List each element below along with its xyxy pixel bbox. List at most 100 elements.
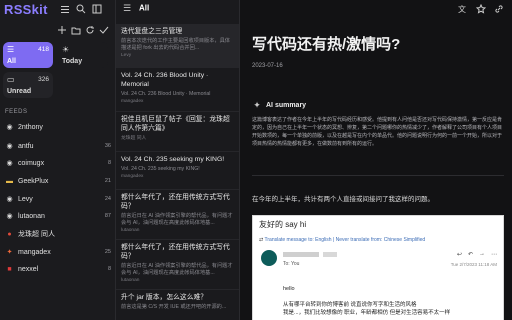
email-line: 我是...，我们比较想像的 职业，年龄都相仿 但是对生活容易不太一样 [283,310,451,316]
feed-count: 24 [104,196,111,202]
tile-unread[interactable]: ▭ 326 Unread [3,72,53,98]
avatar [261,250,277,266]
article-meta: lutaonan [121,278,140,283]
article-list: ☰ All 迭代复盘之三员管理 前言本次迭代的工作主要是回收项目版本，具体描述是… [116,0,240,320]
search-icon[interactable] [76,4,86,14]
tile-all-count: 418 [38,46,49,53]
mark-read-icon[interactable] [99,25,109,35]
article-meta: lutaonan [121,228,140,233]
list-item[interactable]: 都什么年代了，还在用传统方式写代码？ 前言近日在 AI 油作领案引擎的帮代品，有… [116,240,239,290]
svg-text:文: 文 [458,4,466,14]
translate-link[interactable]: Translate message to: English [265,237,332,243]
new-folder-icon[interactable] [71,25,81,35]
translate-bar: ⇄ Translate message to: English | Never … [259,237,425,243]
list-item[interactable]: Vol. 24 Ch. 236 Blood Unity · Memorial V… [116,68,239,112]
ai-summary-header: ✦ AI summary [252,100,504,110]
article-title: 都什么年代了，还在用传统方式写代码？ [121,194,230,210]
feed-name: nexxel [18,265,39,273]
feed-item[interactable]: ◉ lutaonan 87 [5,209,111,223]
email-screenshot: 友好的 say hi ⇄ Translate message to: Engli… [252,215,504,320]
translate-icon[interactable]: 文 [458,4,468,14]
list-title: All [138,3,150,13]
feed-count: 25 [104,249,111,255]
menu-icon[interactable] [60,4,70,14]
list-item[interactable]: 升个 jar 版本，怎么这么难？ 前言这是第 C/S 开发 IUE 或还开吧的开… [116,290,239,320]
link-icon[interactable] [494,4,504,14]
tile-unread-label: Unread [7,88,32,95]
rss-icon: ◉ [6,196,13,203]
feeds-header: FEEDS [5,109,28,115]
tile-unread-count: 326 [38,76,49,83]
list-menu-icon[interactable]: ☰ [122,3,132,13]
feed-name: Levy [18,195,33,203]
article-meta: 龙珠超 同人 [121,136,147,141]
rss-icon: ◉ [6,143,13,150]
rss-icon: ◉ [6,124,13,131]
folder-icon: ▬ [6,177,13,185]
article-paragraph: 在今年的上半年，共计有两个人直接或间接问了我这样的问题。 [252,196,434,203]
article-meta: mangadex [121,99,144,104]
add-feed-icon[interactable] [57,25,67,35]
feed-count: 87 [104,213,111,219]
feed-item[interactable]: ◉ 2nthony [5,120,111,134]
feed-item[interactable]: ▬ GeekPlux 21 [5,174,111,188]
article-date: 2023-07-16 [252,63,283,69]
feed-name: lutaonan [18,212,45,220]
ai-summary-text: 这篇博客表达了作者在今年上半年的写代码经历和感受。他提到有人问他是否还对写代码保… [252,117,503,147]
list-item[interactable]: 祝佳且机巨鼠了帖子《回复：龙珠超同人作第六篇》 龙珠超 同人 [116,112,239,152]
feed-count: 21 [104,178,111,184]
article-snippet: Vol. 24 Ch. 236 Blood Unity · Memorial [121,91,211,97]
dragon-icon: ● [7,230,12,238]
sender-redacted-2 [323,252,337,257]
forward-icon[interactable]: → [479,251,485,258]
article-snippet: 前言这是第 C/S 开发 IUE 或还开吧的开源的... [121,304,227,310]
rss-icon: ◉ [6,160,13,167]
feed-name: 龙珠超 同人 [18,231,55,238]
list-item[interactable]: 迭代复盘之三员管理 前言本次迭代的工作主要是回收项目版本，具体描述是把 fork… [116,24,239,68]
list-item[interactable]: Vol. 24 Ch. 235 seeking my KING! Vol. 24… [116,152,239,190]
feed-item[interactable]: ■ nexxel 8 [5,262,111,276]
email-subject: 友好的 say hi [259,220,307,229]
email-actions: ↩ ↶ → ⋯ [457,251,497,258]
sidebar-top-icons [60,4,102,14]
article-snippet: 前言近日在 AI 油作领案引擎的帮代品，有问题才会与 AI，油问题现在高度此帐码… [121,213,233,226]
list-header: ☰ All [122,3,149,13]
tile-today[interactable]: ☀ Today [58,42,108,68]
article-snippet: 前言近日在 AI 油作领案引擎的帮代品，有问题才会与 AI，油问题现在高度此帐码… [121,263,233,276]
tile-all[interactable]: ☰ 418 All [3,42,53,68]
feed-item[interactable]: ● 龙珠超 同人 [5,227,111,241]
reply-icon[interactable]: ↩ [457,251,462,258]
list-item[interactable]: 都什么年代了，还在用传统方式写代码？ 前言近日在 AI 油作领案引擎的帮代品，有… [116,190,239,240]
article-meta: mangadex [121,174,144,179]
nexxel-icon: ■ [7,265,12,273]
reply-all-icon[interactable]: ↶ [468,251,473,258]
ai-summary-label: AI summary [266,101,307,109]
article-snippet: 前言本次迭代的工作主要是回收项目版本，具体描述是把 fork 出去的代码合并回.… [121,38,230,51]
inbox-icon: ☰ [7,45,15,54]
feed-item[interactable]: ◉ antfu 36 [5,139,111,153]
content-toolbar: 文 [458,4,504,14]
feed-item[interactable]: ◉ Levy 24 [5,192,111,206]
star-icon[interactable] [476,4,486,14]
article-title: 升个 jar 版本，怎么这么难？ [121,294,208,301]
unread-tray-icon: ▭ [7,75,15,84]
email-to: To: You [283,261,300,267]
feed-item[interactable]: ◉ coimugx 8 [5,156,111,170]
tile-all-label: All [7,58,16,65]
split-view-icon[interactable] [92,4,102,14]
article-title: Vol. 24 Ch. 236 Blood Unity · Memorial [121,72,209,88]
rss-icon: ◉ [6,213,13,220]
translate-rest[interactable]: | Never translate from: Chinese Simplifi… [333,237,425,243]
feed-item[interactable]: ✦ mangadex 25 [5,245,111,259]
refresh-icon[interactable] [85,25,95,35]
article-title: 祝佳且机巨鼠了帖子《回复：龙珠超同人作第六篇》 [121,116,230,132]
feed-name: mangadex [18,248,51,256]
email-date: Tue 2/7/2023 11:18 AM [450,262,497,267]
article-snippet: Vol. 24 Ch. 235 seeking my KING! [121,166,200,172]
ai-summary: ✦ AI summary 这篇博客表达了作者在今年上半年的写代码经历和感受。他提… [252,100,504,158]
more-icon[interactable]: ⋯ [491,251,497,258]
divider [252,175,504,176]
article-title: 都什么年代了，还在用传统方式写代码？ [121,244,230,260]
sparkle-icon: ✦ [253,99,261,110]
app-brand: RSSkit [4,2,48,17]
